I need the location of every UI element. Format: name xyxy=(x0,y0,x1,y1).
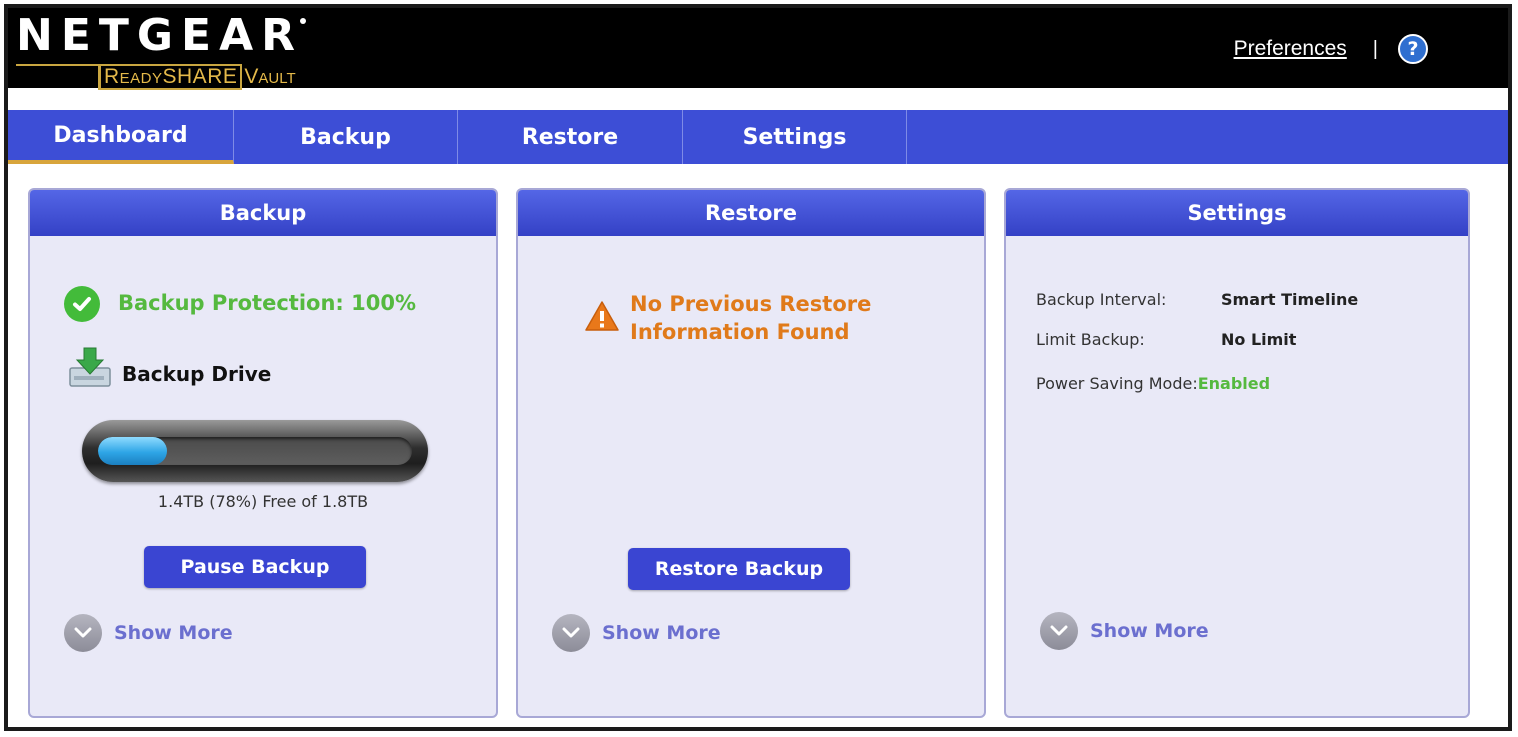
backup-panel-title: Backup xyxy=(30,190,496,236)
pause-backup-button[interactable]: Pause Backup xyxy=(144,546,366,588)
limit-backup-row: Limit Backup: No Limit xyxy=(1036,330,1296,349)
chevron-down-icon xyxy=(64,614,102,652)
tab-settings[interactable]: Settings xyxy=(683,110,907,164)
settings-panel: Settings Backup Interval: Smart Timeline… xyxy=(1004,188,1470,718)
help-icon[interactable]: ? xyxy=(1398,34,1428,64)
limit-backup-value: No Limit xyxy=(1221,330,1297,349)
logo-netgear-text: NETGEAR xyxy=(16,10,303,61)
backup-interval-row: Backup Interval: Smart Timeline xyxy=(1036,290,1358,309)
logo-subtitle: ReadySHARE Vault xyxy=(98,64,296,91)
backup-drive-icon xyxy=(68,346,114,390)
tab-dashboard[interactable]: Dashboard xyxy=(8,110,234,164)
warning-line-1: No Previous Restore xyxy=(630,292,872,316)
logo-rule xyxy=(16,64,98,66)
storage-progress-bar xyxy=(82,420,428,482)
backup-interval-value: Smart Timeline xyxy=(1221,290,1359,309)
show-more-label: Show More xyxy=(602,622,721,644)
backup-show-more[interactable]: Show More xyxy=(64,614,233,652)
preferences-link[interactable]: Preferences xyxy=(1234,37,1347,61)
restore-show-more[interactable]: Show More xyxy=(552,614,721,652)
backup-protection-status: Backup Protection: 100% xyxy=(118,291,416,315)
settings-show-more[interactable]: Show More xyxy=(1040,612,1209,650)
restore-backup-button[interactable]: Restore Backup xyxy=(628,548,850,590)
chevron-down-icon xyxy=(552,614,590,652)
storage-free-text: 1.4TB (78%) Free of 1.8TB xyxy=(157,492,369,511)
main-tab-bar: Dashboard Backup Restore Settings xyxy=(8,110,1508,164)
warning-icon xyxy=(584,300,620,332)
storage-progress-track xyxy=(98,437,412,465)
storage-progress-fill xyxy=(98,437,168,465)
chevron-down-icon xyxy=(1040,612,1078,650)
logo-readyshare-text: ReadySHARE xyxy=(98,64,243,90)
header-links: Preferences | ? xyxy=(1234,34,1428,64)
tab-restore[interactable]: Restore xyxy=(458,110,683,164)
settings-panel-title: Settings xyxy=(1006,190,1468,236)
backup-drive-label: Backup Drive xyxy=(122,362,272,386)
backup-interval-label: Backup Interval: xyxy=(1036,290,1167,309)
show-more-label: Show More xyxy=(114,622,233,644)
restore-panel-title: Restore xyxy=(518,190,984,236)
netgear-logo: NETGEAR ReadySHARE Vault xyxy=(16,10,306,90)
power-saving-label: Power Saving Mode: xyxy=(1036,374,1198,393)
show-more-label: Show More xyxy=(1090,620,1209,642)
logo-vault-text: Vault xyxy=(244,65,296,88)
power-saving-value: Enabled xyxy=(1197,374,1271,393)
header-bar: NETGEAR ReadySHARE Vault Preferences | ? xyxy=(8,8,1508,90)
power-saving-row: Power Saving Mode:Enabled xyxy=(1036,374,1270,393)
check-circle-icon xyxy=(64,286,100,322)
tab-backup[interactable]: Backup xyxy=(234,110,458,164)
registered-mark xyxy=(300,18,306,24)
warning-line-2: Information Found xyxy=(630,320,850,344)
app-window: NETGEAR ReadySHARE Vault Preferences | ? … xyxy=(4,4,1512,731)
restore-panel: Restore No Previous Restore Information … xyxy=(516,188,986,718)
backup-panel: Backup Backup Protection: 100% Backup Dr… xyxy=(28,188,498,718)
header-separator: | xyxy=(1372,37,1378,60)
limit-backup-label: Limit Backup: xyxy=(1036,330,1145,349)
no-restore-warning: No Previous Restore Information Found xyxy=(630,290,871,346)
